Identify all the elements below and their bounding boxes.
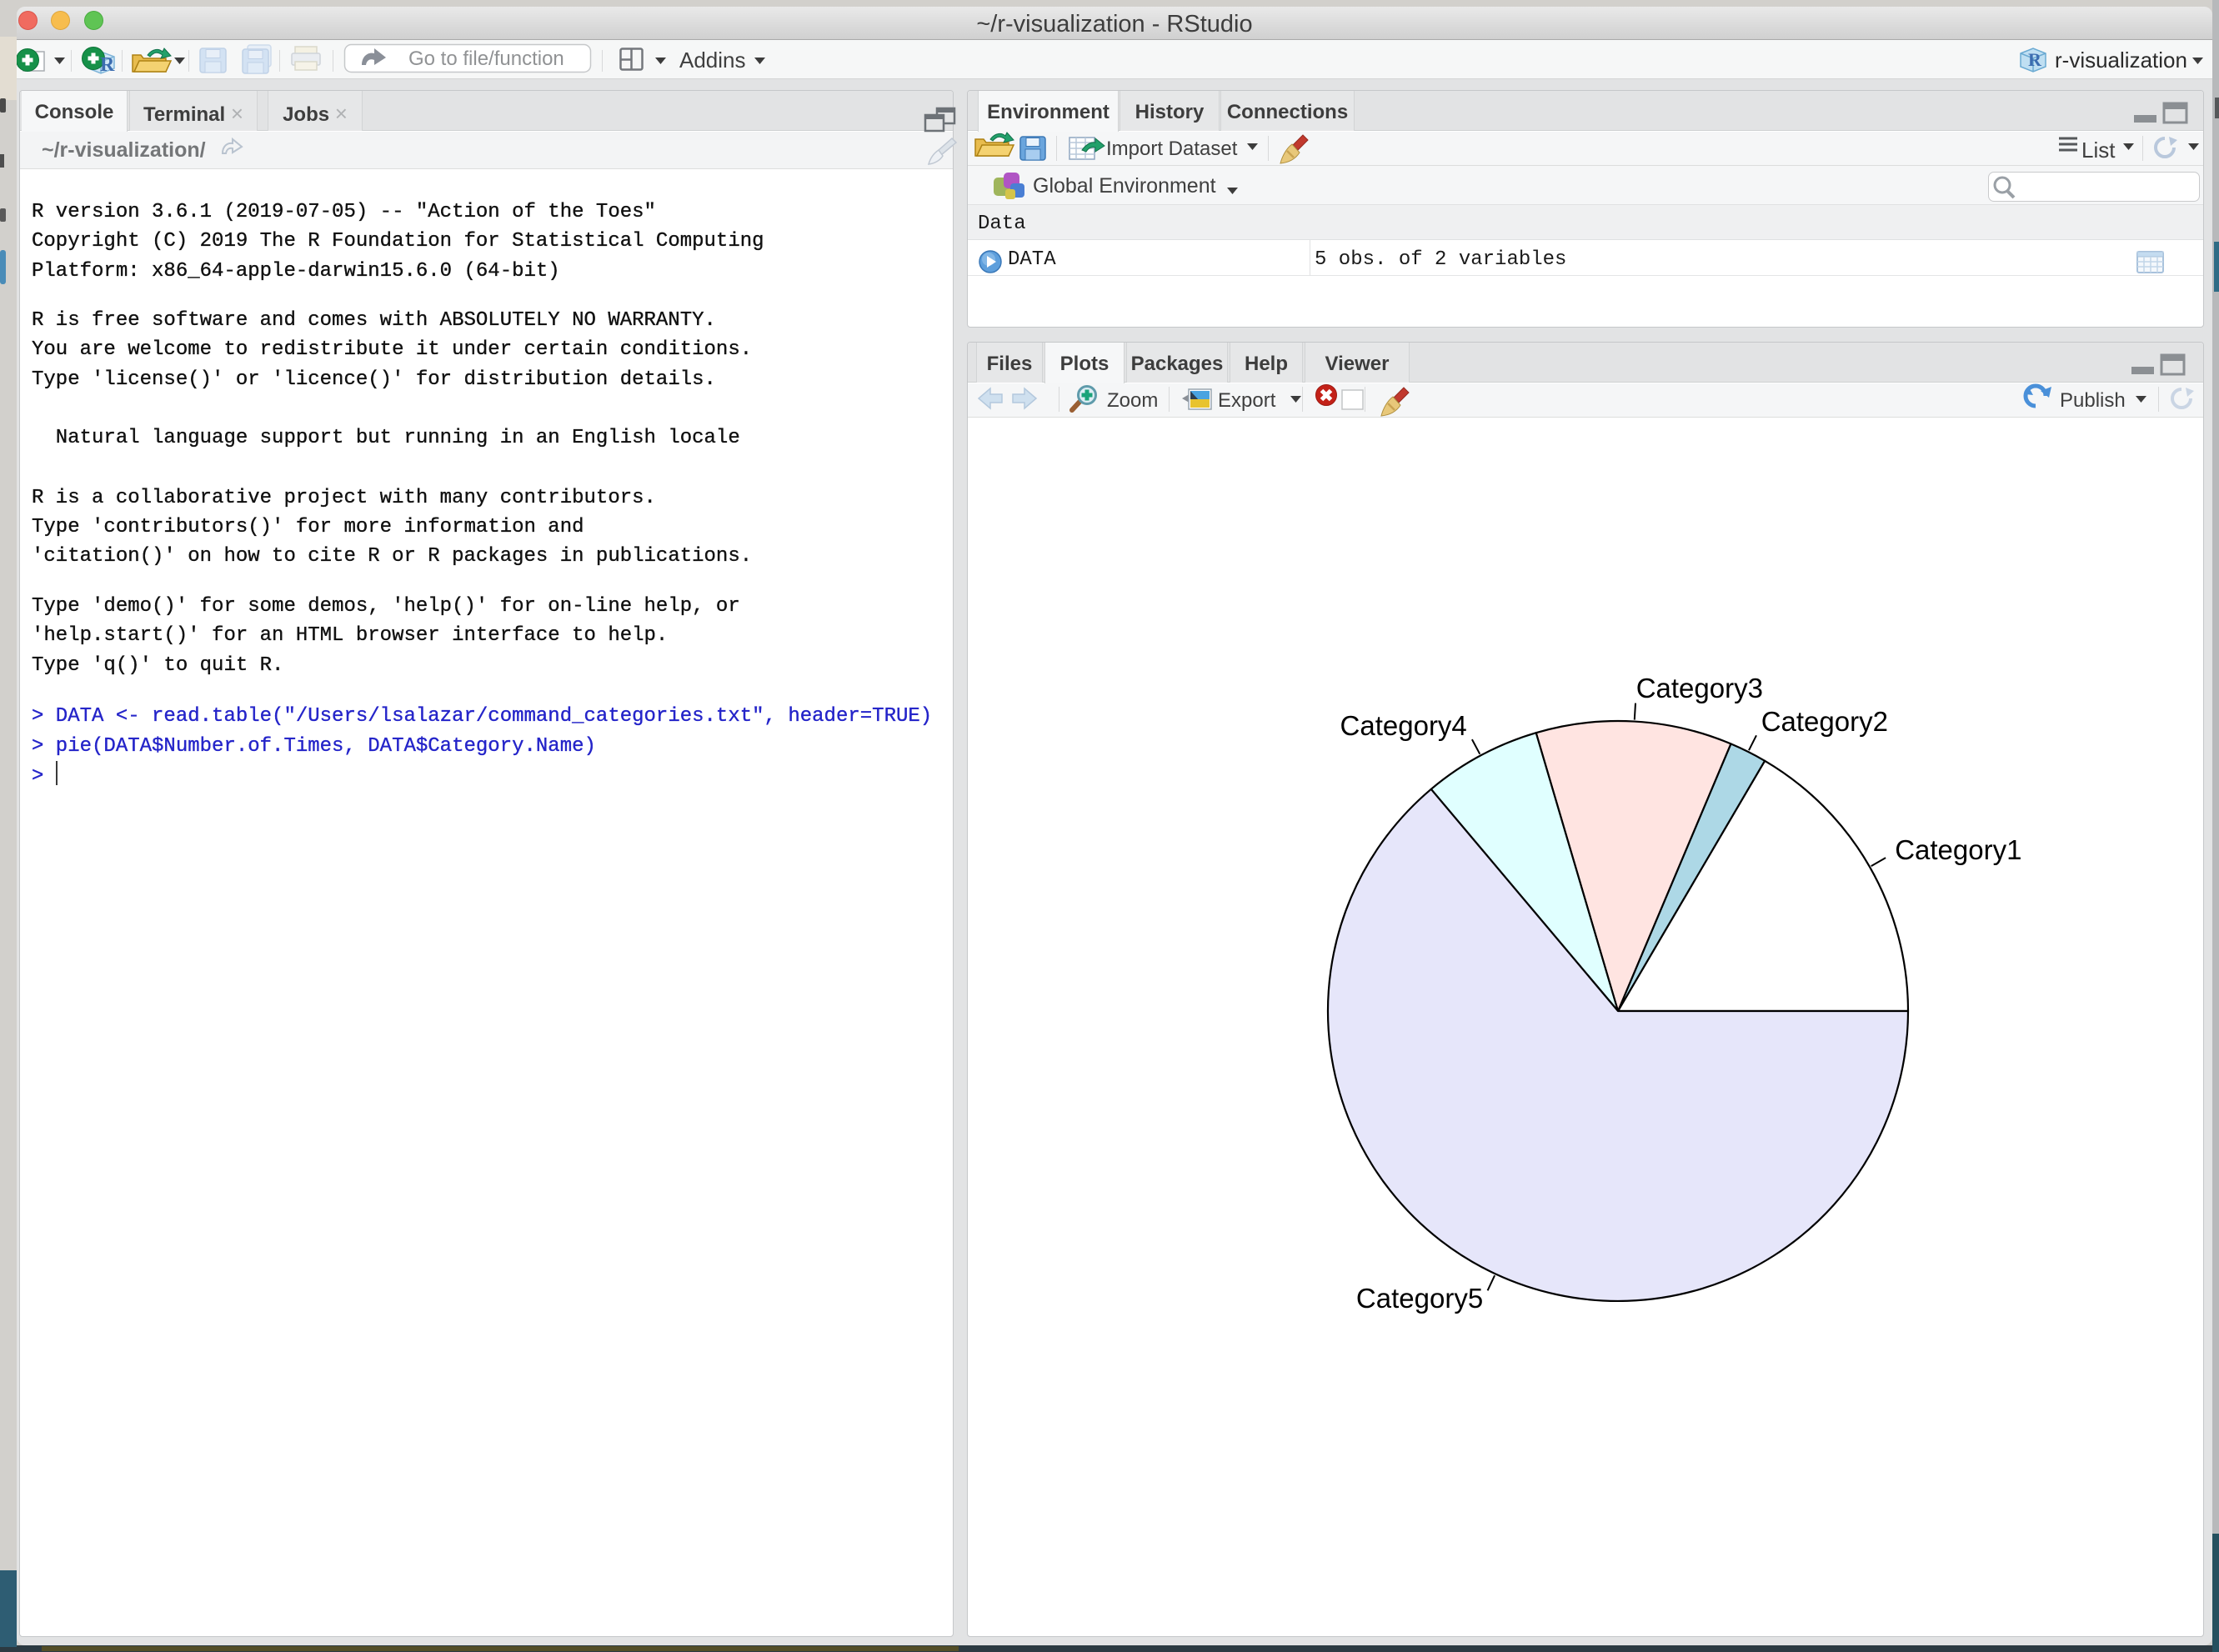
svg-text:Category5: Category5: [1356, 1283, 1483, 1314]
svg-text:Category1: Category1: [1895, 834, 2021, 865]
svg-text:Category2: Category2: [1761, 706, 1888, 737]
svg-text:Category3: Category3: [1636, 673, 1763, 703]
svg-text:Category4: Category4: [1340, 710, 1467, 741]
